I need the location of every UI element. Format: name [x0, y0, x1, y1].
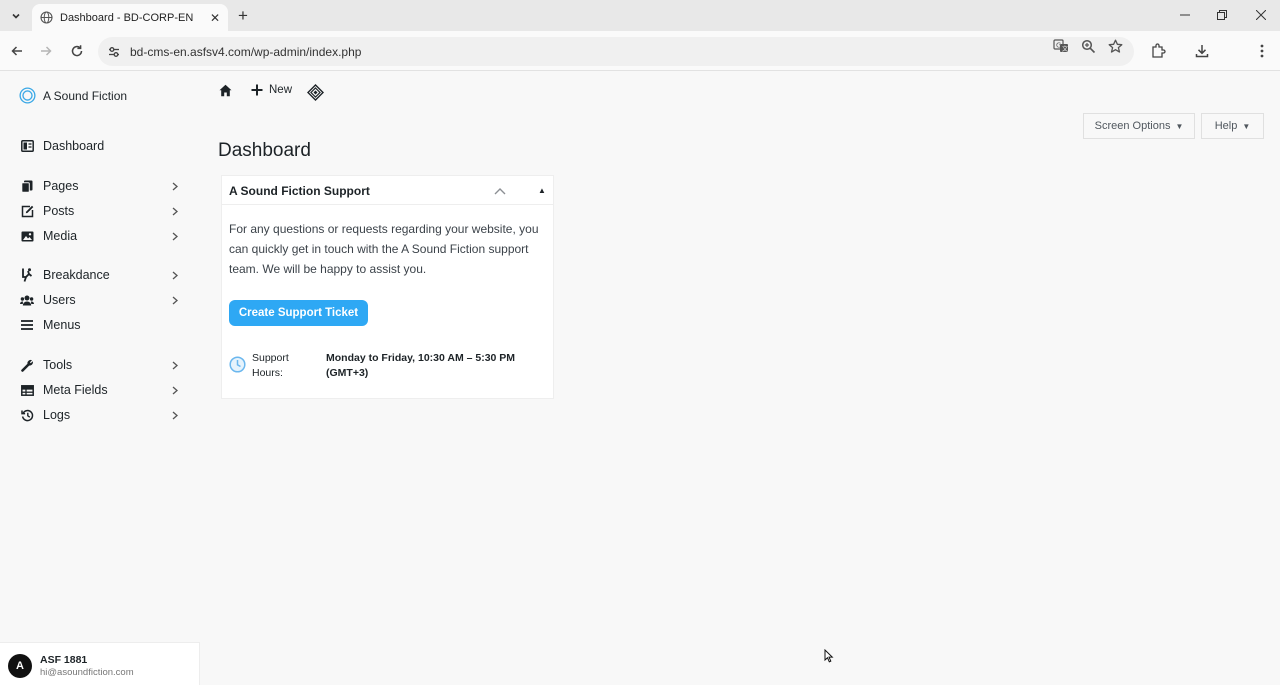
browser-tab[interactable]: Dashboard - BD-CORP-EN ✕ [32, 4, 228, 31]
sidebar-item-tools[interactable]: Tools [0, 354, 200, 376]
sidebar-item-menus[interactable]: Menus [0, 314, 200, 336]
browser-toolbar: bd-cms-en.asfsv4.com/wp-admin/index.php … [0, 31, 1280, 71]
sidebar-item-label: Dashboard [43, 139, 105, 153]
admin-sidebar: A Sound Fiction Dashboard Pages Posts Me… [0, 72, 200, 685]
support-hours-label: Support Hours: [252, 352, 289, 379]
tab-list-chevron-icon[interactable] [6, 6, 26, 26]
extensions-icon[interactable] [1149, 42, 1167, 60]
posts-icon [20, 204, 34, 218]
svg-text:文: 文 [1062, 45, 1068, 53]
user-email: hi@asoundfiction.com [40, 667, 134, 678]
back-icon[interactable] [7, 41, 27, 61]
help-label: Help [1214, 120, 1238, 132]
new-content-button[interactable]: New [251, 84, 292, 96]
caret-down-icon: ▼ [1242, 121, 1251, 131]
zoom-icon[interactable] [1080, 38, 1096, 54]
breakdance-icon [20, 268, 34, 282]
sidebar-item-label: Posts [43, 204, 75, 218]
browser-menu-icon[interactable] [1253, 42, 1271, 60]
brand-name: A Sound Fiction [43, 88, 128, 103]
chevron-right-icon [170, 359, 180, 371]
support-hours-value: Monday to Friday, 10:30 AM – 5:30 PM (GM… [326, 352, 516, 379]
chevron-right-icon [170, 180, 180, 192]
sidebar-item-label: Logs [43, 408, 71, 422]
dashboard-icon [20, 139, 34, 153]
help-button[interactable]: Help ▼ [1201, 113, 1264, 139]
avatar: A [8, 654, 32, 678]
history-icon [20, 408, 34, 422]
sidebar-item-pages[interactable]: Pages [0, 175, 200, 197]
plus-icon [251, 84, 263, 96]
sidebar-item-posts[interactable]: Posts [0, 200, 200, 222]
new-tab-icon[interactable]: + [234, 7, 252, 25]
url-text: bd-cms-en.asfsv4.com/wp-admin/index.php [130, 44, 362, 59]
clock-icon [229, 356, 246, 373]
minimize-icon[interactable] [1174, 5, 1196, 25]
sidebar-item-label: Pages [43, 179, 79, 193]
tab-close-icon[interactable]: ✕ [208, 11, 222, 25]
brand-logo-icon [19, 87, 36, 104]
toggle-panel-icon[interactable]: ▲ [536, 184, 548, 196]
widget-description: For any questions or requests regarding … [229, 222, 539, 276]
chevron-right-icon [170, 269, 180, 281]
sidebar-item-label: Users [43, 293, 76, 307]
sidebar-item-media[interactable]: Media [0, 225, 200, 247]
sidebar-item-label: Tools [43, 358, 73, 372]
page-title: Dashboard [218, 140, 311, 161]
sidebar-item-label: Menus [43, 318, 81, 332]
screen-options-label: Screen Options [1094, 120, 1171, 132]
globe-icon [40, 11, 53, 24]
users-icon [20, 293, 34, 307]
chevron-up-icon[interactable] [493, 184, 507, 198]
sidebar-item-dashboard[interactable]: Dashboard [0, 135, 200, 157]
user-card[interactable]: A ASF 1881 hi@asoundfiction.com [0, 642, 200, 685]
pages-icon [20, 179, 34, 193]
chevron-right-icon [170, 205, 180, 217]
user-name: ASF 1881 [40, 654, 88, 666]
breakdance-diamond-icon[interactable] [307, 84, 324, 101]
sidebar-item-meta-fields[interactable]: Meta Fields [0, 379, 200, 401]
forward-icon[interactable] [36, 41, 56, 61]
sidebar-item-breakdance[interactable]: Breakdance [0, 264, 200, 286]
table-icon [20, 383, 34, 397]
sidebar-item-logs[interactable]: Logs [0, 404, 200, 426]
restore-icon[interactable] [1211, 5, 1233, 25]
tools-icon [20, 358, 34, 372]
screen-options-button[interactable]: Screen Options ▼ [1083, 113, 1195, 139]
browser-tab-bar: Dashboard - BD-CORP-EN ✕ + [0, 0, 1280, 31]
bookmark-star-icon[interactable] [1107, 38, 1123, 54]
support-widget: A Sound Fiction Support ▲ For any questi… [221, 175, 554, 399]
sidebar-item-label: Breakdance [43, 268, 110, 282]
widget-title: A Sound Fiction Support [229, 184, 370, 198]
create-support-ticket-button[interactable]: Create Support Ticket [229, 300, 368, 326]
chevron-right-icon [170, 409, 180, 421]
brand[interactable]: A Sound Fiction [19, 87, 127, 104]
chevron-right-icon [170, 230, 180, 242]
sidebar-item-label: Media [43, 229, 78, 243]
chevron-right-icon [170, 384, 180, 396]
home-icon[interactable] [219, 84, 232, 97]
mouse-cursor-icon [824, 649, 834, 663]
new-label: New [269, 84, 293, 96]
sidebar-item-users[interactable]: Users [0, 289, 200, 311]
address-bar[interactable]: bd-cms-en.asfsv4.com/wp-admin/index.php [98, 37, 1134, 66]
sidebar-item-label: Meta Fields [43, 383, 108, 397]
tab-title: Dashboard - BD-CORP-EN [60, 11, 194, 24]
media-icon [20, 229, 34, 243]
menus-icon [20, 318, 34, 332]
caret-down-icon: ▼ [1175, 121, 1184, 131]
site-settings-icon[interactable] [106, 44, 122, 60]
widget-header: A Sound Fiction Support ▲ [222, 176, 553, 205]
download-icon[interactable] [1193, 42, 1211, 60]
translate-icon[interactable]: G文 [1053, 38, 1069, 54]
reload-icon[interactable] [67, 41, 87, 61]
chevron-right-icon [170, 294, 180, 306]
close-window-icon[interactable] [1250, 5, 1272, 25]
